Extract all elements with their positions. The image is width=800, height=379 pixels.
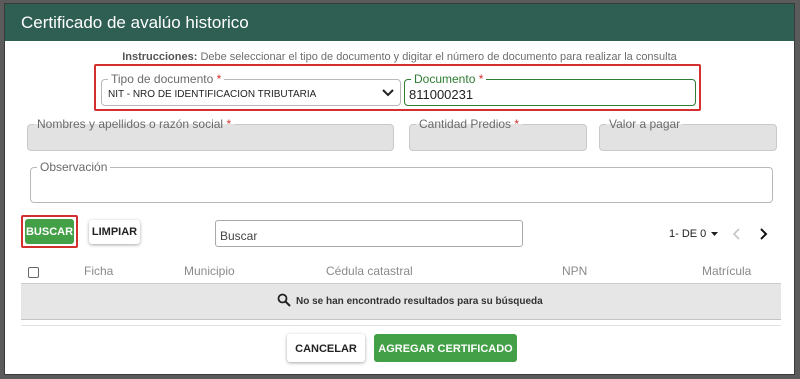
footer-divider — [21, 325, 781, 326]
observation-field[interactable]: Observación — [30, 160, 773, 203]
dialog-title: Certificado de avalúo historico — [5, 4, 794, 41]
table-header: Ficha Municipio Cédula catastral NPN Mat… — [21, 256, 781, 284]
column-municipio[interactable]: Municipio — [184, 264, 235, 278]
name-label: Nombres y apellidos o razón social * — [34, 117, 235, 131]
instructions-label: Instrucciones: — [122, 51, 198, 63]
instructions-text: Debe seleccionar el tipo de documento y … — [200, 51, 677, 63]
document-number-value: 811000231 — [409, 87, 474, 102]
empty-results-row: No se han encontrado resultados para su … — [21, 284, 781, 320]
instructions: Instrucciones: Debe seleccionar el tipo … — [5, 51, 794, 63]
empty-results-message: No se han encontrado resultados para su … — [296, 296, 543, 307]
clear-button[interactable]: LIMPIAR — [89, 220, 140, 244]
pager-range-select[interactable]: 1- DE 0 — [669, 228, 719, 240]
select-all-checkbox[interactable] — [28, 267, 39, 278]
table-search-input[interactable]: Buscar — [215, 220, 523, 247]
chevron-right-icon[interactable] — [759, 228, 769, 240]
property-count-label: Cantidad Predios * — [416, 117, 523, 131]
document-type-select[interactable]: Tipo de documento * NIT - NRO DE IDENTIF… — [101, 72, 401, 106]
column-ficha[interactable]: Ficha — [84, 264, 113, 278]
search-button[interactable]: BUSCAR — [25, 219, 74, 244]
column-cedula-catastral[interactable]: Cédula catastral — [326, 264, 413, 278]
name-field[interactable]: Nombres y apellidos o razón social * — [27, 117, 394, 151]
document-number-label: Documento * — [411, 72, 487, 86]
caret-down-icon — [711, 231, 719, 236]
chevron-down-icon — [382, 89, 394, 97]
document-number-input[interactable]: Documento * 811000231 — [404, 72, 696, 106]
amount-due-field[interactable]: Valor a pagar — [599, 117, 777, 151]
cancel-button[interactable]: CANCELAR — [287, 334, 365, 362]
property-count-field[interactable]: Cantidad Predios * — [409, 117, 587, 151]
column-matricula[interactable]: Matrícula — [702, 264, 751, 278]
amount-due-label: Valor a pagar — [606, 117, 684, 131]
search-icon — [277, 293, 291, 307]
document-type-label: Tipo de documento * — [108, 72, 225, 86]
add-certificate-button[interactable]: AGREGAR CERTIFICADO — [374, 334, 517, 362]
chevron-left-icon[interactable] — [732, 228, 742, 240]
column-npn[interactable]: NPN — [562, 264, 587, 278]
document-type-value: NIT - NRO DE IDENTIFICACION TRIBUTARIA — [108, 89, 317, 100]
certificate-dialog: Certificado de avalúo historico Instrucc… — [4, 3, 795, 375]
observation-label: Observación — [37, 160, 111, 174]
pager-range: 1- DE 0 — [669, 228, 707, 240]
